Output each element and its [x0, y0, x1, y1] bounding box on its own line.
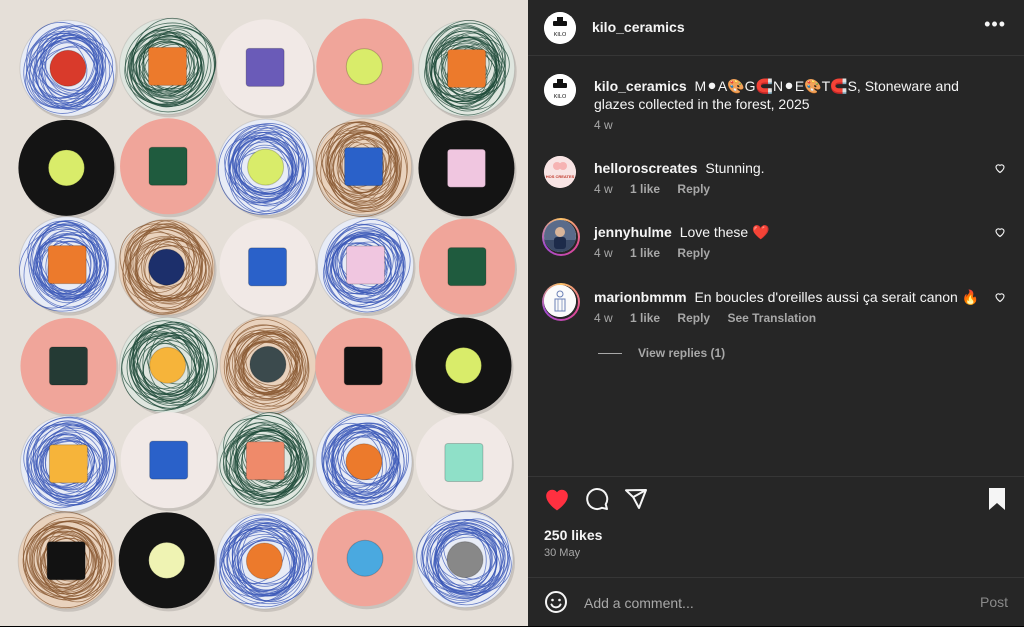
post-author-username[interactable]: kilo_ceramics — [592, 19, 685, 35]
reply-button[interactable]: Reply — [677, 246, 710, 260]
comment-meta: 4 w 1 like Reply — [594, 182, 724, 196]
comment-meta: 4 w 1 like Reply See Translation — [594, 311, 830, 325]
caption-username[interactable]: kilo_ceramics — [594, 78, 687, 94]
comment-text: Stunning. — [705, 160, 765, 176]
comment-like-heart-icon[interactable] — [994, 226, 1006, 238]
emoji-icon[interactable] — [544, 590, 568, 614]
comment-username[interactable]: jennyhulme — [594, 224, 672, 240]
likes-count[interactable]: 250 likes — [544, 527, 602, 543]
comment-time[interactable]: 4 w — [594, 182, 613, 196]
comment-like-count[interactable]: 1 like — [630, 311, 660, 325]
share-icon[interactable] — [624, 487, 648, 511]
like-heart-icon[interactable] — [544, 487, 570, 511]
see-translation-button[interactable]: See Translation — [727, 311, 816, 325]
comment-like-heart-icon[interactable] — [994, 291, 1006, 303]
comment-text: Love these ❤️ — [679, 224, 770, 240]
comment-time[interactable]: 4 w — [594, 246, 613, 260]
ceramic-magnets-photo — [0, 0, 528, 626]
caption-body: kilo_ceramics M⚫A🎨G🧲N⚫E🎨T🧲S, Stoneware a… — [594, 77, 986, 113]
post-actions: 250 likes 30 May Post — [528, 476, 1024, 626]
kilo-logo-icon: KILO — [544, 74, 576, 106]
more-options-icon[interactable]: ••• — [984, 14, 1006, 35]
bookmark-icon[interactable] — [986, 487, 1008, 511]
avatar[interactable] — [544, 285, 576, 317]
comment-username[interactable]: marionbmmm — [594, 289, 687, 305]
reply-button[interactable]: Reply — [677, 311, 710, 325]
post-date[interactable]: 30 May — [544, 547, 580, 559]
hello-ros-logo-icon: HOS CREATES — [544, 156, 576, 188]
comment-time[interactable]: 4 w — [594, 311, 613, 325]
comment-icon[interactable] — [585, 487, 609, 511]
reply-button[interactable]: Reply — [677, 182, 710, 196]
comment-text: En boucles d'oreilles aussi ça serait ca… — [694, 289, 980, 305]
divider-line — [598, 353, 622, 355]
instagram-post: KILO kilo_ceramics ••• KILO kilo_ceramic… — [0, 0, 1024, 626]
comment-body: helloroscreates Stunning. — [594, 159, 986, 177]
view-replies-button[interactable]: View replies (1) — [598, 346, 725, 360]
comment-body: marionbmmm En boucles d'oreilles aussi ç… — [594, 288, 986, 306]
post-header: KILO kilo_ceramics ••• — [528, 0, 1024, 56]
caption-meta: 4 w — [594, 118, 627, 132]
comment-like-count[interactable]: 1 like — [630, 246, 660, 260]
comment-item: marionbmmm En boucles d'oreilles aussi ç… — [542, 283, 1014, 329]
comment-item: jennyhulme Love these ❤️ 4 w 1 like Repl… — [542, 218, 1014, 264]
caption-time[interactable]: 4 w — [594, 118, 613, 132]
comment-username[interactable]: helloroscreates — [594, 160, 698, 176]
post-sidebar: KILO kilo_ceramics ••• KILO kilo_ceramic… — [528, 0, 1024, 626]
comment-like-count[interactable]: 1 like — [630, 182, 660, 196]
avatar[interactable]: HOS CREATES — [544, 156, 576, 188]
comment-body: jennyhulme Love these ❤️ — [594, 223, 986, 241]
caption: KILO kilo_ceramics M⚫A🎨G🧲N⚫E🎨T🧲S, Stonew… — [544, 74, 1014, 134]
svg-text:KILO: KILO — [554, 32, 567, 38]
comments-list: KILO kilo_ceramics M⚫A🎨G🧲N⚫E🎨T🧲S, Stonew… — [528, 56, 1024, 476]
add-comment-row: Post — [528, 577, 1024, 627]
avatar[interactable]: KILO — [544, 12, 576, 44]
comment-like-heart-icon[interactable] — [994, 162, 1006, 174]
view-replies-label: View replies (1) — [638, 346, 726, 360]
kilo-logo-icon: KILO — [544, 12, 576, 44]
avatar[interactable] — [544, 220, 576, 252]
comment-meta: 4 w 1 like Reply — [594, 246, 724, 260]
post-photo[interactable] — [0, 0, 528, 626]
post-comment-button[interactable]: Post — [980, 594, 1008, 610]
comment-item: HOS CREATES helloroscreates Stunning. 4 … — [544, 156, 1014, 200]
add-comment-input[interactable] — [584, 593, 944, 613]
sketch-figure-icon — [544, 285, 576, 317]
svg-text:HOS CREATES: HOS CREATES — [546, 174, 575, 179]
avatar[interactable]: KILO — [544, 74, 576, 106]
svg-text:KILO: KILO — [554, 94, 567, 100]
user-photo-icon — [544, 220, 576, 252]
